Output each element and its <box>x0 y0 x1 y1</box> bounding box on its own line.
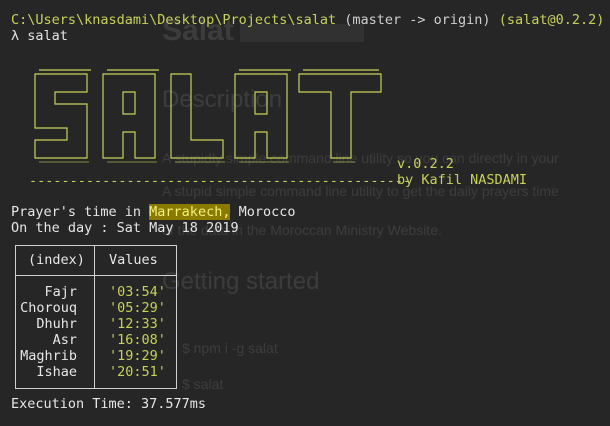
table-row-value: '16:08' <box>109 332 166 348</box>
table-header-index: (index) <box>28 252 85 268</box>
table-row-name: Asr <box>52 332 77 348</box>
table-row-value: '12:33' <box>109 316 166 332</box>
prompt-path: C:\Users\knasdami\Desktop\Projects\salat <box>11 12 337 28</box>
table-row-name: Maghrib <box>20 348 77 364</box>
city-line: Prayer's time in Marrakech, Morocco <box>11 204 295 220</box>
table-row-value: '03:54' <box>109 284 166 300</box>
table-row-name: Chorouq <box>20 300 77 316</box>
city-highlight: Marrakech, <box>149 204 231 220</box>
day-line: On the day : Sat May 18 2019 <box>11 220 239 236</box>
table-row-name: Ishae <box>36 364 77 380</box>
country-label: Morocco <box>230 204 296 220</box>
table-column-divider <box>94 246 95 388</box>
ascii-logo <box>29 66 385 186</box>
table-header-divider <box>16 275 176 276</box>
prompt-package: (salat@0.2.2) <box>498 12 605 28</box>
version-label: v.0.2.2 <box>397 156 454 172</box>
table-row-value: '05:29' <box>109 300 166 316</box>
salat-logo-art <box>34 69 382 163</box>
table-row-name: Dhuhr <box>36 316 77 332</box>
terminal-output[interactable]: C:\Users\knasdami\Desktop\Projects\salat… <box>11 0 610 426</box>
prompt-git: (master -> origin) <box>344 12 491 28</box>
prompt-line: C:\Users\knasdami\Desktop\Projects\salat… <box>11 12 604 28</box>
command-line: λ salat <box>11 28 68 44</box>
prayer-times-table: (index) Values Fajr '03:54' Chorouq '05:… <box>15 245 177 389</box>
table-row-name: Fajr <box>44 284 77 300</box>
execution-time: Execution Time: 37.577ms <box>11 396 207 412</box>
city-prefix: Prayer's time in <box>11 204 150 220</box>
table-row-value: '20:51' <box>109 364 166 380</box>
logo-underline: ----------------------------------------… <box>29 173 412 189</box>
table-header-values: Values <box>109 252 158 268</box>
table-row-value: '19:29' <box>109 348 166 364</box>
author-label: by Kafil NASDAMI <box>397 172 528 188</box>
